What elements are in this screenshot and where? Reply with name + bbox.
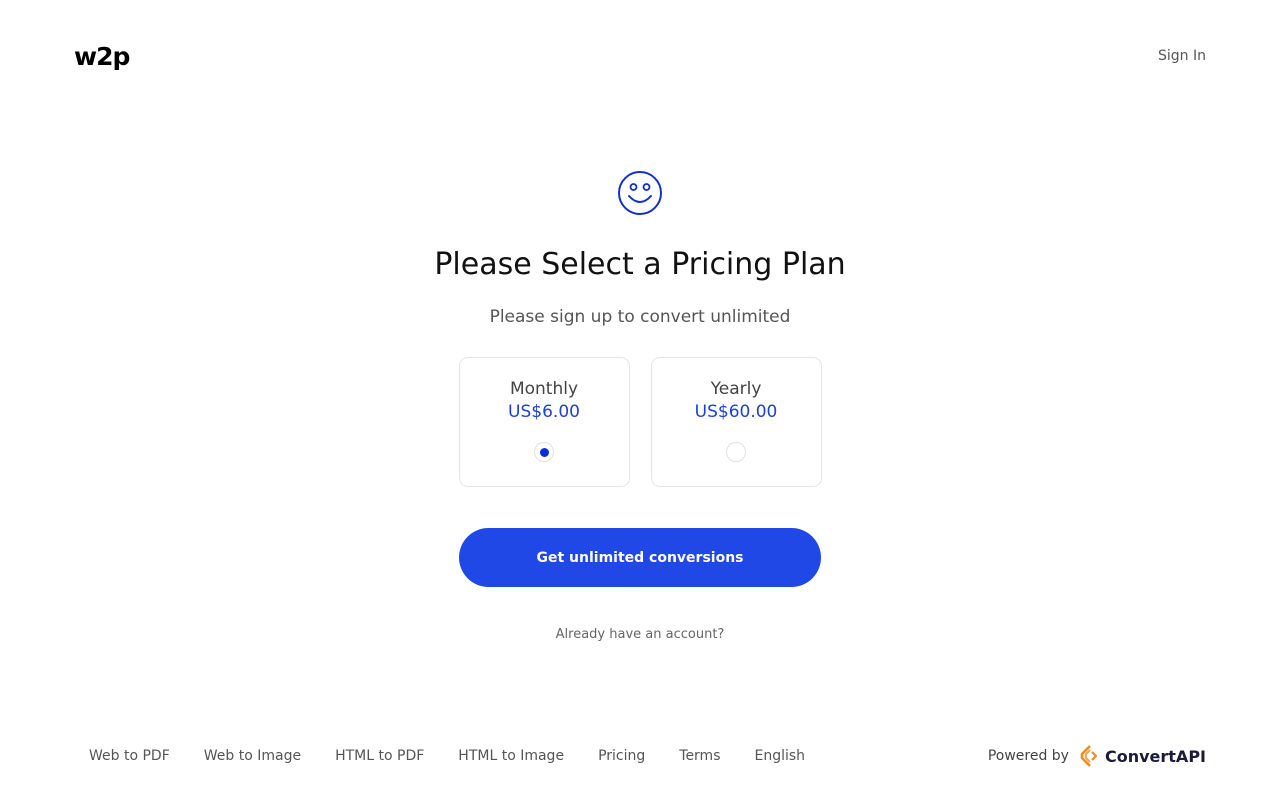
convertapi-brand-link[interactable]: ConvertAPI <box>1079 745 1206 767</box>
footer-link-web-to-image[interactable]: Web to Image <box>204 748 301 764</box>
convertapi-brand-name: ConvertAPI <box>1104 746 1206 766</box>
footer-link-pricing[interactable]: Pricing <box>598 748 645 764</box>
plan-price: US$6.00 <box>508 402 580 422</box>
get-unlimited-button[interactable]: Get unlimited conversions <box>459 528 821 587</box>
powered-by-label: Powered by <box>987 748 1069 764</box>
footer-link-web-to-pdf[interactable]: Web to PDF <box>89 748 170 764</box>
plan-card-yearly[interactable]: Yearly US$60.00 <box>650 357 822 487</box>
sign-in-link[interactable]: Sign In <box>1158 48 1206 64</box>
pricing-section: Please Select a Pricing Plan Please sign… <box>0 170 1280 642</box>
plan-radio-monthly[interactable] <box>534 442 554 462</box>
powered-by: Powered by ConvertAPI <box>988 745 1206 767</box>
w2p-logo[interactable]: w2p <box>74 42 130 72</box>
plan-options: Monthly US$6.00 Yearly US$60.00 <box>0 357 1280 487</box>
plan-name: Yearly <box>710 379 762 399</box>
footer-link-html-to-image[interactable]: HTML to Image <box>458 748 564 764</box>
plan-card-monthly[interactable]: Monthly US$6.00 <box>458 357 630 487</box>
footer: Web to PDF Web to Image HTML to PDF HTML… <box>0 745 1280 771</box>
page-subtitle: Please sign up to convert unlimited <box>489 307 791 327</box>
footer-links: Web to PDF Web to Image HTML to PDF HTML… <box>89 748 805 764</box>
page-title: Please Select a Pricing Plan <box>434 247 846 282</box>
radio-selected-dot <box>539 447 549 457</box>
smiley-icon <box>618 171 662 215</box>
footer-link-terms[interactable]: Terms <box>679 748 720 764</box>
plan-name: Monthly <box>509 379 579 399</box>
convertapi-logo-icon <box>1080 745 1098 767</box>
already-have-account-link[interactable]: Already have an account? <box>556 627 725 642</box>
plan-radio-yearly[interactable] <box>726 442 746 462</box>
plan-price: US$60.00 <box>694 402 778 422</box>
footer-link-html-to-pdf[interactable]: HTML to PDF <box>335 748 424 764</box>
footer-language-selector[interactable]: English <box>755 748 806 764</box>
